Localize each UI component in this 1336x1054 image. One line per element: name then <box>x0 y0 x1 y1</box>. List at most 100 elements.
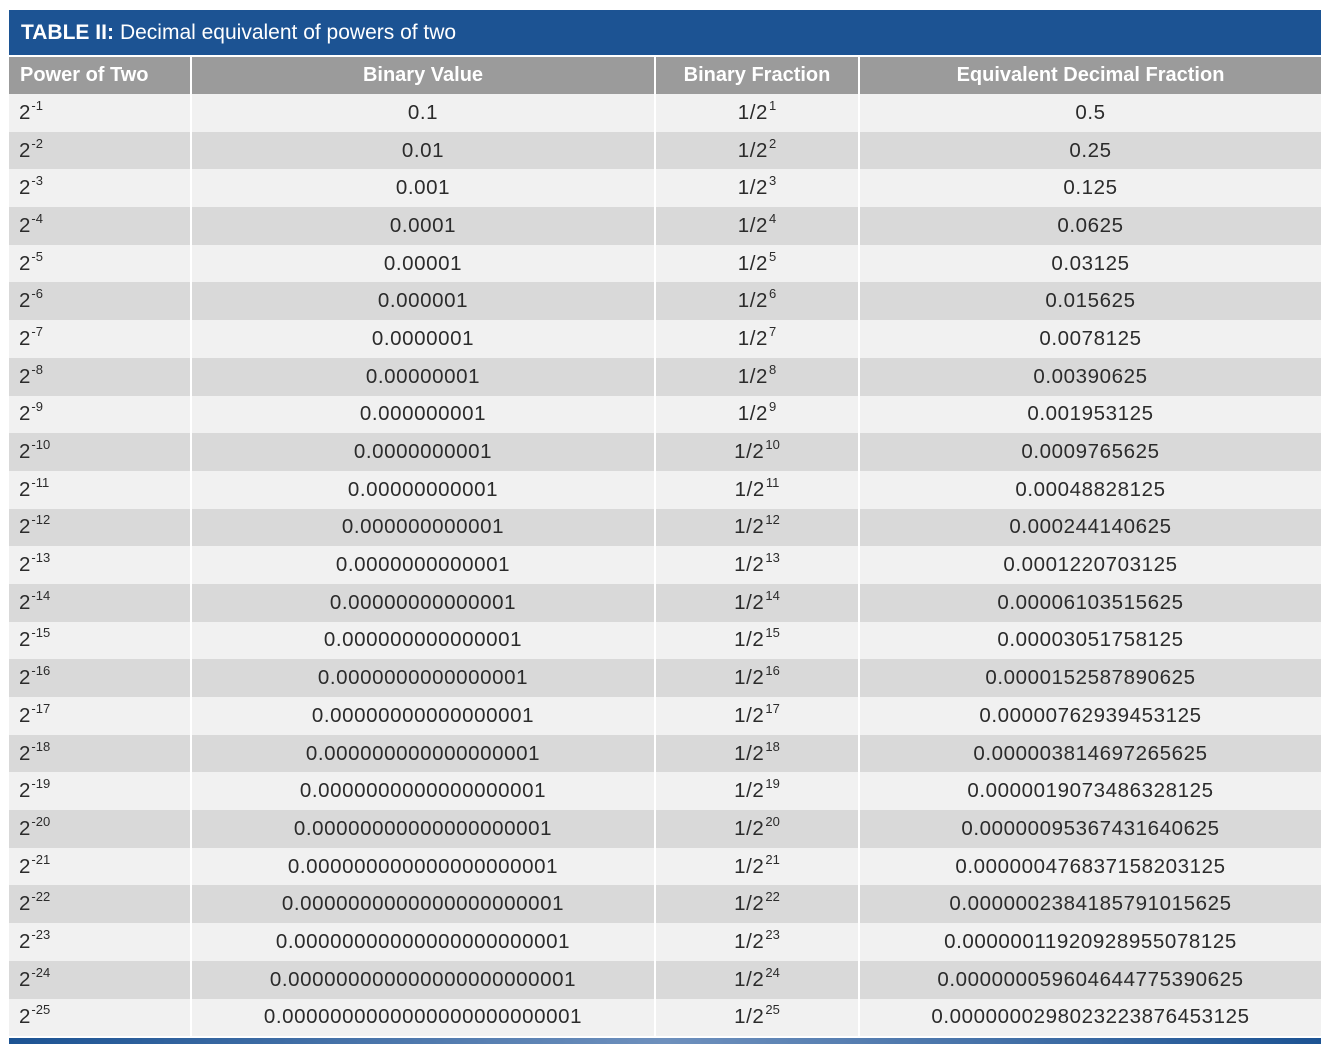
cell-binary-fraction: 1/213 <box>654 546 859 584</box>
cell-binary-value: 0.000000000000000000000001 <box>190 960 655 999</box>
power-exponent: -14 <box>31 587 51 603</box>
cell-power: 2-18 <box>9 734 191 773</box>
table-title-prefix: TABLE II: <box>21 20 114 44</box>
power-base: 2 <box>19 741 31 765</box>
cell-power: 2-22 <box>9 885 191 924</box>
power-exponent: -1 <box>31 97 43 113</box>
cell-decimal-fraction: 0.015625 <box>858 282 1321 321</box>
fraction-exponent: 5 <box>769 248 777 264</box>
power-base: 2 <box>19 100 31 124</box>
power-base: 2 <box>19 289 31 313</box>
cell-binary-fraction: 1/29 <box>654 395 859 434</box>
fraction-exponent: 19 <box>765 776 780 792</box>
table-row: 2-13 0.0000000000001 1/213 0.0001220703125 <box>9 546 1321 584</box>
table-row: 2-18 0.000000000000000001 1/218 0.000003814… <box>9 734 1321 773</box>
cell-decimal-fraction: 0.00006103515625 <box>858 583 1321 622</box>
cell-power: 2-17 <box>9 697 191 735</box>
cell-power: 2-16 <box>9 659 191 697</box>
fraction-exponent: 1 <box>769 97 777 113</box>
power-exponent: -11 <box>31 474 50 490</box>
cell-decimal-fraction: 0.000000476837158203125 <box>858 847 1321 886</box>
power-base: 2 <box>19 929 31 953</box>
cell-decimal-fraction: 0.00000011920928955078125 <box>858 923 1321 961</box>
cell-binary-value: 0.1 <box>190 94 655 132</box>
fraction-exponent: 14 <box>765 587 780 603</box>
cell-binary-value: 0.00000000001 <box>190 470 655 509</box>
cell-binary-fraction: 1/212 <box>654 508 859 547</box>
table-row: 2-20 0.00000000000000000001 1/220 0.0000009… <box>9 810 1321 848</box>
fraction-base: 1/2 <box>734 515 765 539</box>
cell-power: 2-11 <box>9 470 191 509</box>
cell-power: 2-2 <box>9 131 191 170</box>
power-base: 2 <box>19 213 31 237</box>
fraction-base: 1/2 <box>734 892 765 916</box>
power-exponent: -15 <box>31 625 51 641</box>
cell-binary-fraction: 1/214 <box>654 583 859 622</box>
table-row: 2-12 0.000000000001 1/212 0.000244140625 <box>9 508 1321 547</box>
cell-power: 2-13 <box>9 546 191 584</box>
cell-power: 2-24 <box>9 960 191 999</box>
cell-binary-value: 0.0000000000000000000001 <box>190 885 655 924</box>
fraction-base: 1/2 <box>737 402 769 426</box>
fraction-base: 1/2 <box>737 289 769 313</box>
cell-decimal-fraction: 0.0009765625 <box>858 433 1321 471</box>
cell-power: 2-3 <box>9 169 191 208</box>
fraction-exponent: 11 <box>765 474 780 490</box>
power-base: 2 <box>19 402 31 426</box>
power-exponent: -9 <box>31 399 43 415</box>
cell-binary-value: 0.000000000000000000001 <box>190 847 655 886</box>
fraction-base: 1/2 <box>734 816 765 840</box>
power-base: 2 <box>19 703 31 727</box>
cell-binary-value: 0.0000001 <box>190 320 655 358</box>
cell-binary-value: 0.0000000000001 <box>190 546 655 584</box>
fraction-exponent: 13 <box>765 550 780 566</box>
cell-binary-value: 0.00000001 <box>190 357 655 396</box>
power-base: 2 <box>19 326 31 350</box>
fraction-base: 1/2 <box>734 1005 765 1029</box>
fraction-base: 1/2 <box>737 251 769 275</box>
fraction-base: 1/2 <box>734 854 765 878</box>
fraction-base: 1/2 <box>734 929 765 953</box>
table-row: 2-3 0.001 1/23 0.125 <box>9 169 1321 208</box>
fraction-exponent: 6 <box>769 286 777 302</box>
power-base: 2 <box>19 628 31 652</box>
fraction-base: 1/2 <box>737 213 769 237</box>
column-header-power: Power of Two <box>9 57 191 94</box>
fraction-exponent: 18 <box>765 738 780 754</box>
fraction-exponent: 9 <box>769 399 777 415</box>
power-exponent: -18 <box>31 738 51 754</box>
fraction-exponent: 4 <box>769 210 777 226</box>
cell-decimal-fraction: 0.00000762939453125 <box>858 697 1321 735</box>
cell-decimal-fraction: 0.0078125 <box>858 320 1321 358</box>
cell-binary-fraction: 1/26 <box>654 282 859 321</box>
fraction-exponent: 22 <box>765 889 780 905</box>
power-base: 2 <box>19 967 31 991</box>
fraction-base: 1/2 <box>734 666 765 690</box>
power-exponent: -22 <box>31 889 51 905</box>
fraction-exponent: 8 <box>769 361 777 377</box>
cell-power: 2-19 <box>9 772 191 811</box>
power-exponent: -4 <box>31 210 43 226</box>
power-exponent: -13 <box>31 550 51 566</box>
power-exponent: -12 <box>31 512 51 528</box>
power-base: 2 <box>19 553 31 577</box>
power-base: 2 <box>19 138 31 162</box>
cell-power: 2-12 <box>9 508 191 547</box>
fraction-exponent: 12 <box>765 512 780 528</box>
fraction-exponent: 2 <box>769 135 777 151</box>
cell-binary-value: 0.001 <box>190 169 655 208</box>
table-row: 2-24 0.000000000000000000000001 1/224 0.000… <box>9 960 1321 999</box>
power-exponent: -8 <box>31 361 43 377</box>
cell-decimal-fraction: 0.001953125 <box>858 395 1321 434</box>
cell-power: 2-15 <box>9 621 191 660</box>
cell-binary-fraction: 1/24 <box>654 207 859 245</box>
power-base: 2 <box>19 1005 31 1029</box>
cell-binary-value: 0.0000000000000000001 <box>190 772 655 811</box>
fraction-exponent: 3 <box>769 173 777 189</box>
cell-decimal-fraction: 0.00003051758125 <box>858 621 1321 660</box>
cell-binary-value: 0.00000000000000000001 <box>190 810 655 848</box>
cell-power: 2-20 <box>9 810 191 848</box>
fraction-base: 1/2 <box>734 477 765 501</box>
power-base: 2 <box>19 364 31 388</box>
cell-binary-fraction: 1/225 <box>654 998 859 1037</box>
